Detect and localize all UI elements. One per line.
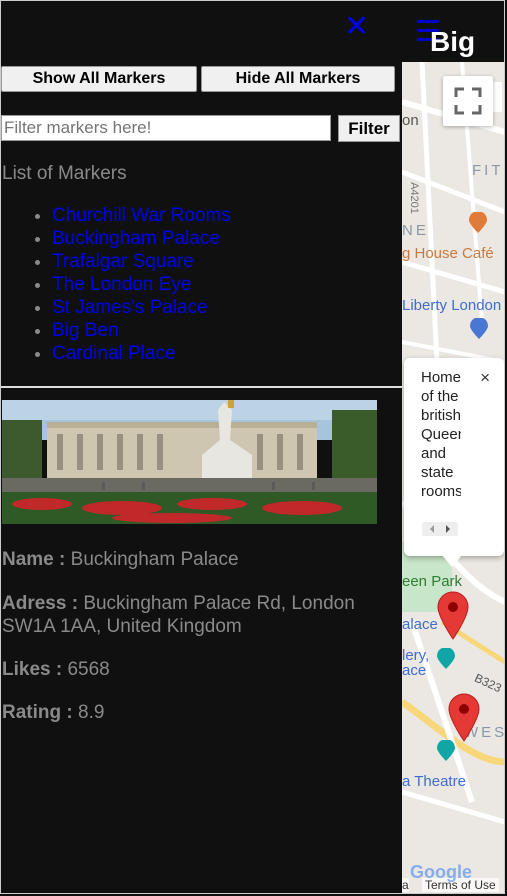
museum-icon[interactable] — [436, 740, 456, 762]
list-item: Cardinal Place — [52, 342, 231, 365]
fullscreen-button[interactable] — [443, 76, 493, 126]
marker-link-trafalgar-square[interactable]: Trafalgar Square — [52, 251, 194, 272]
map-label-a4201: A4201 — [407, 182, 420, 214]
map-label-theatre: a Theatre — [402, 773, 466, 790]
detail-rating-value: 8.9 — [78, 702, 105, 723]
map-label-green-park: een Park — [402, 573, 463, 590]
detail-name-value: Buckingham Palace — [70, 549, 239, 570]
map-infowindow: Home of the british Queen and state room… — [404, 358, 504, 556]
list-item: Churchill War Rooms — [52, 204, 231, 227]
map-label-on: on — [402, 112, 419, 129]
fullscreen-icon — [454, 87, 482, 115]
detail-address: Adress : Buckingham Palace Rd, London SW… — [2, 592, 392, 638]
list-item: The London Eye — [52, 273, 231, 296]
list-item: Trafalgar Square — [52, 250, 231, 273]
map-label-gallery2: ace — [402, 662, 427, 679]
list-item: St James's Palace — [52, 296, 231, 319]
detail-likes: Likes : 6568 — [2, 658, 110, 681]
map-marker-pin[interactable] — [436, 590, 470, 640]
marker-link-st-james-palace[interactable]: St James's Palace — [52, 297, 208, 318]
filter-button[interactable]: Filter — [338, 115, 400, 142]
detail-rating: Rating : 8.9 — [2, 701, 104, 724]
divider — [0, 386, 402, 388]
shopping-icon[interactable] — [469, 318, 489, 340]
map-poi-icon[interactable] — [467, 212, 489, 234]
filter-input[interactable] — [1, 115, 331, 141]
marker-link-buckingham-palace[interactable]: Buckingham Palace — [52, 228, 220, 249]
infowindow-scrollbar[interactable] — [422, 522, 458, 536]
map-attr-data: a — [402, 878, 409, 892]
detail-likes-label: Likes : — [2, 659, 63, 680]
close-sidebar-icon[interactable]: ✕ — [344, 12, 369, 42]
map-label-palace: alace — [402, 616, 438, 633]
show-all-markers-button[interactable]: Show All Markers — [1, 66, 197, 92]
detail-name-label: Name : — [2, 549, 66, 570]
place-photo — [2, 400, 377, 524]
sidebar: Show All Markers Hide All Markers Filter… — [0, 62, 402, 894]
detail-likes-value: 6568 — [67, 659, 110, 680]
marker-link-cardinal-place[interactable]: Cardinal Place — [52, 343, 176, 364]
detail-rating-label: Rating : — [2, 702, 73, 723]
list-title: List of Markers — [2, 163, 127, 184]
google-logo: Google — [410, 862, 472, 882]
map-label-liberty: Liberty London — [402, 297, 502, 314]
infowindow-tail — [442, 555, 462, 567]
marker-link-london-eye[interactable]: The London Eye — [52, 274, 191, 295]
infowindow-text: Home of the british Queen and state room… — [421, 369, 461, 500]
infowindow-close-icon[interactable]: × — [480, 368, 490, 388]
list-item: Big Ben — [52, 319, 231, 342]
detail-address-label: Adress : — [2, 593, 79, 614]
map-label-ne: NE — [402, 222, 429, 239]
marker-list: Churchill War Rooms Buckingham Palace Tr… — [0, 204, 231, 365]
brand-title: Big — [430, 26, 476, 57]
app-header: ✕ Big — [0, 0, 505, 62]
marker-link-churchill-war-rooms[interactable]: Churchill War Rooms — [52, 205, 231, 226]
hide-all-markers-button[interactable]: Hide All Markers — [201, 66, 395, 92]
marker-link-big-ben[interactable]: Big Ben — [52, 320, 119, 341]
list-item: Buckingham Palace — [52, 227, 231, 250]
museum-icon[interactable] — [436, 648, 456, 670]
map-marker-pin[interactable] — [447, 692, 481, 742]
map-label-house-cafe: g House Café — [402, 245, 494, 262]
detail-name: Name : Buckingham Palace — [2, 548, 239, 571]
map-label-fitz: FIT — [472, 162, 504, 179]
